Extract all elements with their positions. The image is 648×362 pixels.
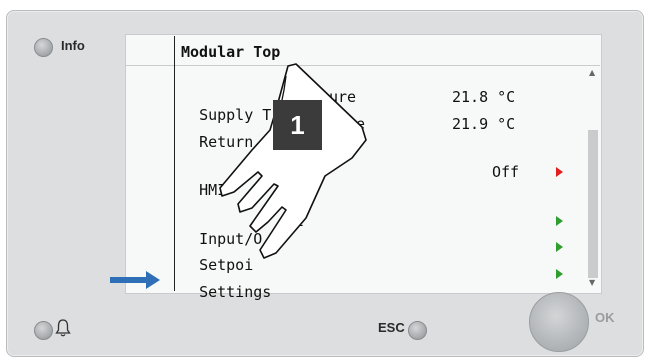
- screen-title: Modular Top: [181, 43, 281, 61]
- red-arrow-icon: [556, 167, 563, 177]
- menu-item-label-suffix: ure: [329, 88, 357, 106]
- menu-item-label: Return: [199, 133, 254, 151]
- scroll-down-icon[interactable]: ▼: [589, 278, 595, 287]
- menu-item-label-suffix: s: [268, 238, 278, 256]
- menu-item-label: HMI: [199, 181, 227, 199]
- menu-item-label-suffix: re: [347, 115, 366, 133]
- info-label: Info: [61, 38, 85, 53]
- return-temperature-value: 21.9 °C: [452, 115, 516, 133]
- ok-knob[interactable]: [529, 292, 589, 352]
- menu-item-label-suffix: ut: [286, 212, 305, 230]
- alarm-led-icon: [34, 321, 53, 340]
- step-number-badge: 1: [273, 100, 322, 150]
- menu-item-label: Settings: [199, 283, 272, 301]
- bell-icon[interactable]: [55, 318, 71, 338]
- scroll-up-icon[interactable]: ▲: [589, 68, 595, 77]
- info-led-icon: [34, 38, 53, 57]
- esc-label: ESC: [378, 320, 405, 335]
- green-arrow-icon: [556, 269, 563, 279]
- menu-item-settings[interactable]: Settings: [181, 265, 271, 301]
- menu-item-return-temperature[interactable]: Return: [181, 115, 253, 151]
- supply-temperature-value: 21.8 °C: [452, 88, 516, 106]
- blue-arrow-icon: [110, 271, 160, 289]
- hmi-status-value: Off: [492, 163, 520, 181]
- green-arrow-icon: [556, 242, 563, 252]
- green-arrow-icon: [556, 216, 563, 226]
- scrollbar-thumb[interactable]: [588, 130, 598, 278]
- screen-divider: [174, 36, 175, 291]
- ok-label: OK: [595, 310, 615, 325]
- esc-button[interactable]: [408, 321, 427, 340]
- menu-item-hmi[interactable]: HMI: [181, 163, 226, 199]
